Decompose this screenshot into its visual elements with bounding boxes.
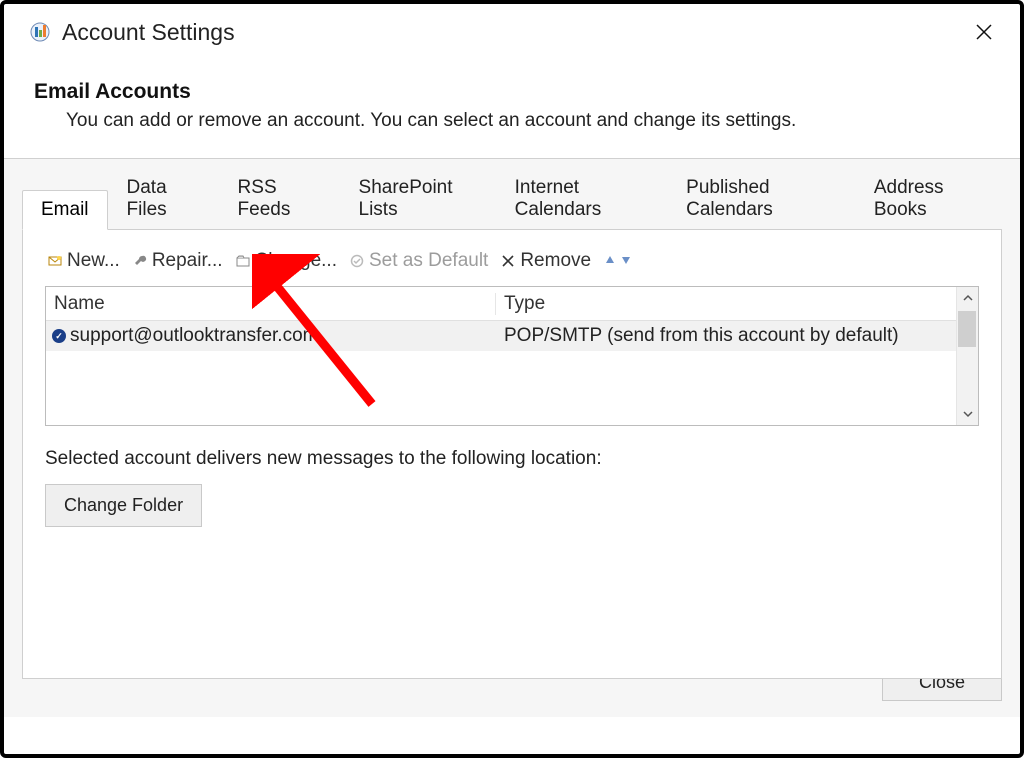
tab-rss-feeds[interactable]: RSS Feeds [219,168,340,229]
header-heading: Email Accounts [34,80,990,104]
accounts-toolbar: New... Repair... Change... [45,248,979,274]
wrench-icon [132,253,148,269]
tab-data-files[interactable]: Data Files [108,168,219,229]
set-default-label: Set as Default [369,250,488,272]
titlebar: Account Settings [4,4,1020,54]
remove-label: Remove [520,250,591,272]
tab-sharepoint-lists[interactable]: SharePoint Lists [340,168,496,229]
tab-address-books[interactable]: Address Books [855,168,1002,229]
change-label: Change... [255,250,337,272]
tab-email[interactable]: Email [22,190,108,230]
check-circle-icon [349,253,365,269]
move-down-icon[interactable] [621,255,631,268]
account-settings-dialog: Account Settings Email Accounts You can … [0,0,1024,758]
remove-button[interactable]: Remove [498,248,593,274]
scroll-up-icon[interactable] [957,287,978,309]
default-account-icon [52,329,66,343]
account-type-cell: POP/SMTP (send from this account by defa… [496,325,978,347]
new-button[interactable]: New... [45,248,122,274]
app-icon [28,20,52,44]
change-button[interactable]: Change... [233,248,339,274]
column-name-header[interactable]: Name [46,293,496,315]
folder-gear-icon [235,253,251,269]
table-row[interactable]: support@outlooktransfer.com POP/SMTP (se… [46,321,978,351]
list-header: Name Type [46,287,978,321]
header-area: Email Accounts You can add or remove an … [4,54,1020,146]
repair-label: Repair... [152,250,223,272]
new-label: New... [67,250,120,272]
account-name: support@outlooktransfer.com [70,325,318,347]
tab-internet-calendars[interactable]: Internet Calendars [496,168,667,229]
move-up-icon[interactable] [605,255,615,268]
account-name-cell: support@outlooktransfer.com [46,325,496,347]
scroll-thumb[interactable] [958,311,976,347]
list-scrollbar[interactable] [956,287,978,425]
x-icon [500,253,516,269]
column-type-header[interactable]: Type [496,293,978,315]
deliver-location-text: Selected account delivers new messages t… [45,448,979,470]
tabs-region: Email Data Files RSS Feeds SharePoint Li… [4,159,1020,717]
list-body: support@outlooktransfer.com POP/SMTP (se… [46,321,978,425]
tab-panel-email: New... Repair... Change... [22,229,1002,679]
tab-published-calendars[interactable]: Published Calendars [667,168,855,229]
repair-button[interactable]: Repair... [130,248,225,274]
header-subtext: You can add or remove an account. You ca… [34,110,990,132]
set-default-button: Set as Default [347,248,490,274]
tab-bar: Email Data Files RSS Feeds SharePoint Li… [22,191,1002,229]
reorder-arrows [605,255,631,268]
accounts-list: Name Type support@outlooktransfer.com PO… [45,286,979,426]
scroll-down-icon[interactable] [957,403,978,425]
envelope-new-icon [47,253,63,269]
window-title: Account Settings [62,19,235,46]
close-icon[interactable] [966,14,1002,50]
change-folder-button[interactable]: Change Folder [45,484,202,527]
